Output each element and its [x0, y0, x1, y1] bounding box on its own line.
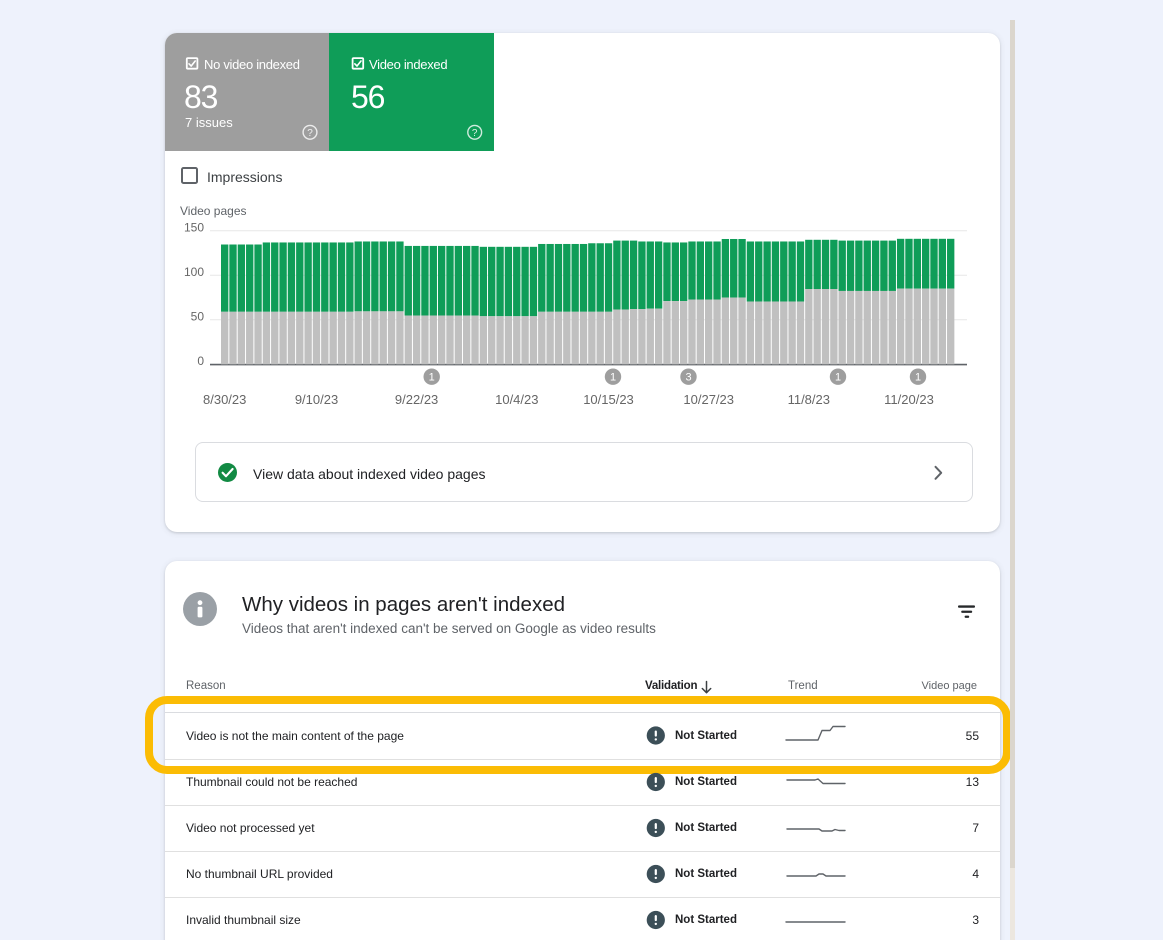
svg-text:10/4/23: 10/4/23	[495, 392, 538, 407]
svg-text:8/30/23: 8/30/23	[203, 392, 246, 407]
svg-text:150: 150	[184, 220, 204, 234]
svg-text:10/27/23: 10/27/23	[683, 392, 734, 407]
svg-text:11/20/23: 11/20/23	[884, 392, 934, 407]
svg-text:10/15/23: 10/15/23	[583, 392, 634, 407]
svg-text:1: 1	[835, 372, 841, 384]
svg-text:3: 3	[685, 372, 691, 384]
svg-text:100: 100	[184, 265, 204, 279]
svg-text:50: 50	[191, 309, 205, 323]
svg-text:9/22/23: 9/22/23	[395, 392, 438, 407]
svg-text:1: 1	[610, 372, 616, 384]
svg-text:9/10/23: 9/10/23	[295, 392, 338, 407]
svg-text:1: 1	[915, 372, 921, 384]
svg-text:11/8/23: 11/8/23	[788, 392, 830, 407]
svg-text:0: 0	[197, 354, 204, 368]
svg-text:1: 1	[429, 372, 435, 384]
